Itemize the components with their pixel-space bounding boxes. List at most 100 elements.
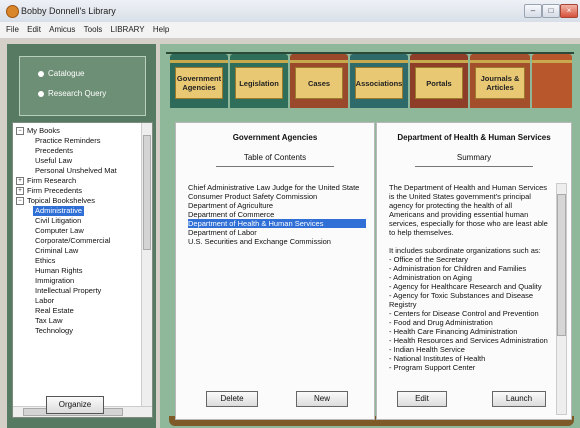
book-band [170,60,228,63]
radio-catalogue-label: Catalogue [48,69,85,78]
tree-vertical-scrollbar[interactable] [141,123,152,406]
tree-item-useful-law[interactable]: Useful Law [35,156,72,166]
agency-item[interactable]: U.S. Securities and Exchange Commission [188,237,331,246]
tree-item-civil-litigation[interactable]: Civil Litigation [35,216,81,226]
summary-line: - Health Care Financing Administration [389,327,518,336]
right-page: Department of Health & Human Services Su… [376,122,572,420]
tree-label: Firm Precedents [27,186,83,195]
tree-item-human-rights[interactable]: Human Rights [35,266,83,276]
launch-button[interactable]: Launch [492,391,546,407]
menu-library[interactable]: LIBRARY [111,22,145,38]
tree-item-immigration[interactable]: Immigration [35,276,74,286]
expand-icon[interactable]: + [16,187,24,196]
book-journals-articles[interactable]: Journals & Articles [470,54,530,108]
menu-file[interactable]: File [6,22,19,38]
edit-button[interactable]: Edit [397,391,447,407]
radio-catalogue[interactable]: Catalogue [38,69,84,78]
scrollbar-thumb[interactable] [143,135,151,250]
tree-item-precedents[interactable]: Precedents [35,146,73,156]
tree-item-administrative[interactable]: Administrative [33,206,85,216]
book-cases[interactable]: Cases [290,54,348,108]
right-page-heading: Department of Health & Human Services [397,133,551,142]
book-associations[interactable]: Associations [350,54,408,108]
summary-line: - Agency for Healthcare Research and Qua… [389,282,542,291]
tree-item-ethics[interactable]: Ethics [35,256,55,266]
minimize-button[interactable]: – [524,4,542,18]
book-legislation[interactable]: Legislation [230,54,288,108]
menu-tools[interactable]: Tools [84,22,103,38]
radio-research-query[interactable]: Research Query [38,89,106,98]
divider [415,166,533,167]
summary-line: Americans and providing essential human [389,210,529,219]
menu-amicus[interactable]: Amicus [49,22,75,38]
tree-item-real-estate[interactable]: Real Estate [35,306,74,316]
tree-item-technology[interactable]: Technology [35,326,73,336]
tree-item-labor[interactable]: Labor [35,296,54,306]
summary-line: services, especially for those who are l… [389,219,548,228]
title-bar: Bobby Donnell's Library – □ × [0,0,580,23]
book-label: Associations [355,67,403,99]
summary-line: It includes subordinate organizations su… [389,246,541,255]
tree-firm-precedents[interactable]: + Firm Precedents [16,186,82,196]
tree-item-corporate-commercial[interactable]: Corporate/Commercial [35,236,110,246]
summary-line: - Health Resources and Services Administ… [389,336,548,345]
agency-item[interactable]: Chief Administrative Law Judge for the U… [188,183,359,192]
scrollbar-thumb[interactable] [557,194,566,336]
menu-edit[interactable]: Edit [27,22,41,38]
summary-text: The Department of Health and Human Servi… [389,183,557,372]
book-band [410,60,468,63]
radio-research-query-label: Research Query [48,89,107,98]
book-band [230,60,288,63]
delete-button[interactable]: Delete [206,391,258,407]
book-portals[interactable]: Portals [410,54,468,108]
agency-item[interactable]: Department of Labor [188,228,257,237]
tree-label: My Books [27,126,60,135]
tree-item-personal-unshelved[interactable]: Personal Unshelved Mat [35,166,117,176]
collapse-icon[interactable]: − [16,197,24,206]
tree-topical-bookshelves[interactable]: − Topical Bookshelves [16,196,95,206]
collapse-icon[interactable]: − [16,127,24,136]
tree-firm-research[interactable]: + Firm Research [16,176,76,186]
tree-label: Topical Bookshelves [27,196,95,205]
expand-icon[interactable]: + [16,177,24,186]
left-page: Government Agencies Table of Contents Ch… [175,122,375,420]
tree-item-criminal-law[interactable]: Criminal Law [35,246,78,256]
summary-line: - Office of the Secretary [389,255,469,264]
summary-line: The Department of Health and Human Servi… [389,183,547,192]
new-button[interactable]: New [296,391,348,407]
tree-item-intellectual-property[interactable]: Intellectual Property [35,286,101,296]
maximize-button[interactable]: □ [542,4,560,18]
summary-line [389,237,557,246]
book-label: Legislation [235,67,283,99]
summary-line: - Administration for Children and Famili… [389,264,527,273]
book-government-agencies[interactable]: Government Agencies [170,54,228,108]
right-page-subheading: Summary [456,153,492,162]
library-tree: − My Books Practice Reminders Precedents … [12,122,153,418]
summary-line: - Agency for Toxic Substances and Diseas… [389,291,534,300]
agency-item[interactable]: Department of Commerce [188,210,274,219]
view-mode-box: Catalogue Research Query [19,56,146,116]
summary-line: - Food and Drug Administration [389,318,493,327]
book-label: Cases [295,67,343,99]
menu-help[interactable]: Help [153,22,169,38]
book-band [470,60,530,63]
window-title: Bobby Donnell's Library [21,6,116,16]
close-button[interactable]: × [560,4,578,18]
tree-item-tax-law[interactable]: Tax Law [35,316,63,326]
book-label: Journals & Articles [475,67,525,99]
organize-button[interactable]: Organize [46,396,104,414]
tree-my-books[interactable]: − My Books [16,126,60,136]
tree-item-practice-reminders[interactable]: Practice Reminders [35,136,100,146]
agency-item[interactable]: Consumer Product Safety Commission [188,192,317,201]
book-band [350,60,408,63]
left-page-heading: Government Agencies [232,133,318,142]
summary-scrollbar[interactable] [556,183,567,415]
book-band [290,60,348,63]
agency-item[interactable]: Department of Agriculture [188,201,273,210]
summary-line: to help themselves. [389,228,454,237]
tree-item-computer-law[interactable]: Computer Law [35,226,84,236]
book-label: Portals [415,67,463,99]
summary-line: - Indian Health Service [389,345,465,354]
summary-line: - National Institutes of Health [389,354,486,363]
agency-item-selected[interactable]: Department of Health & Human Services [188,219,366,228]
